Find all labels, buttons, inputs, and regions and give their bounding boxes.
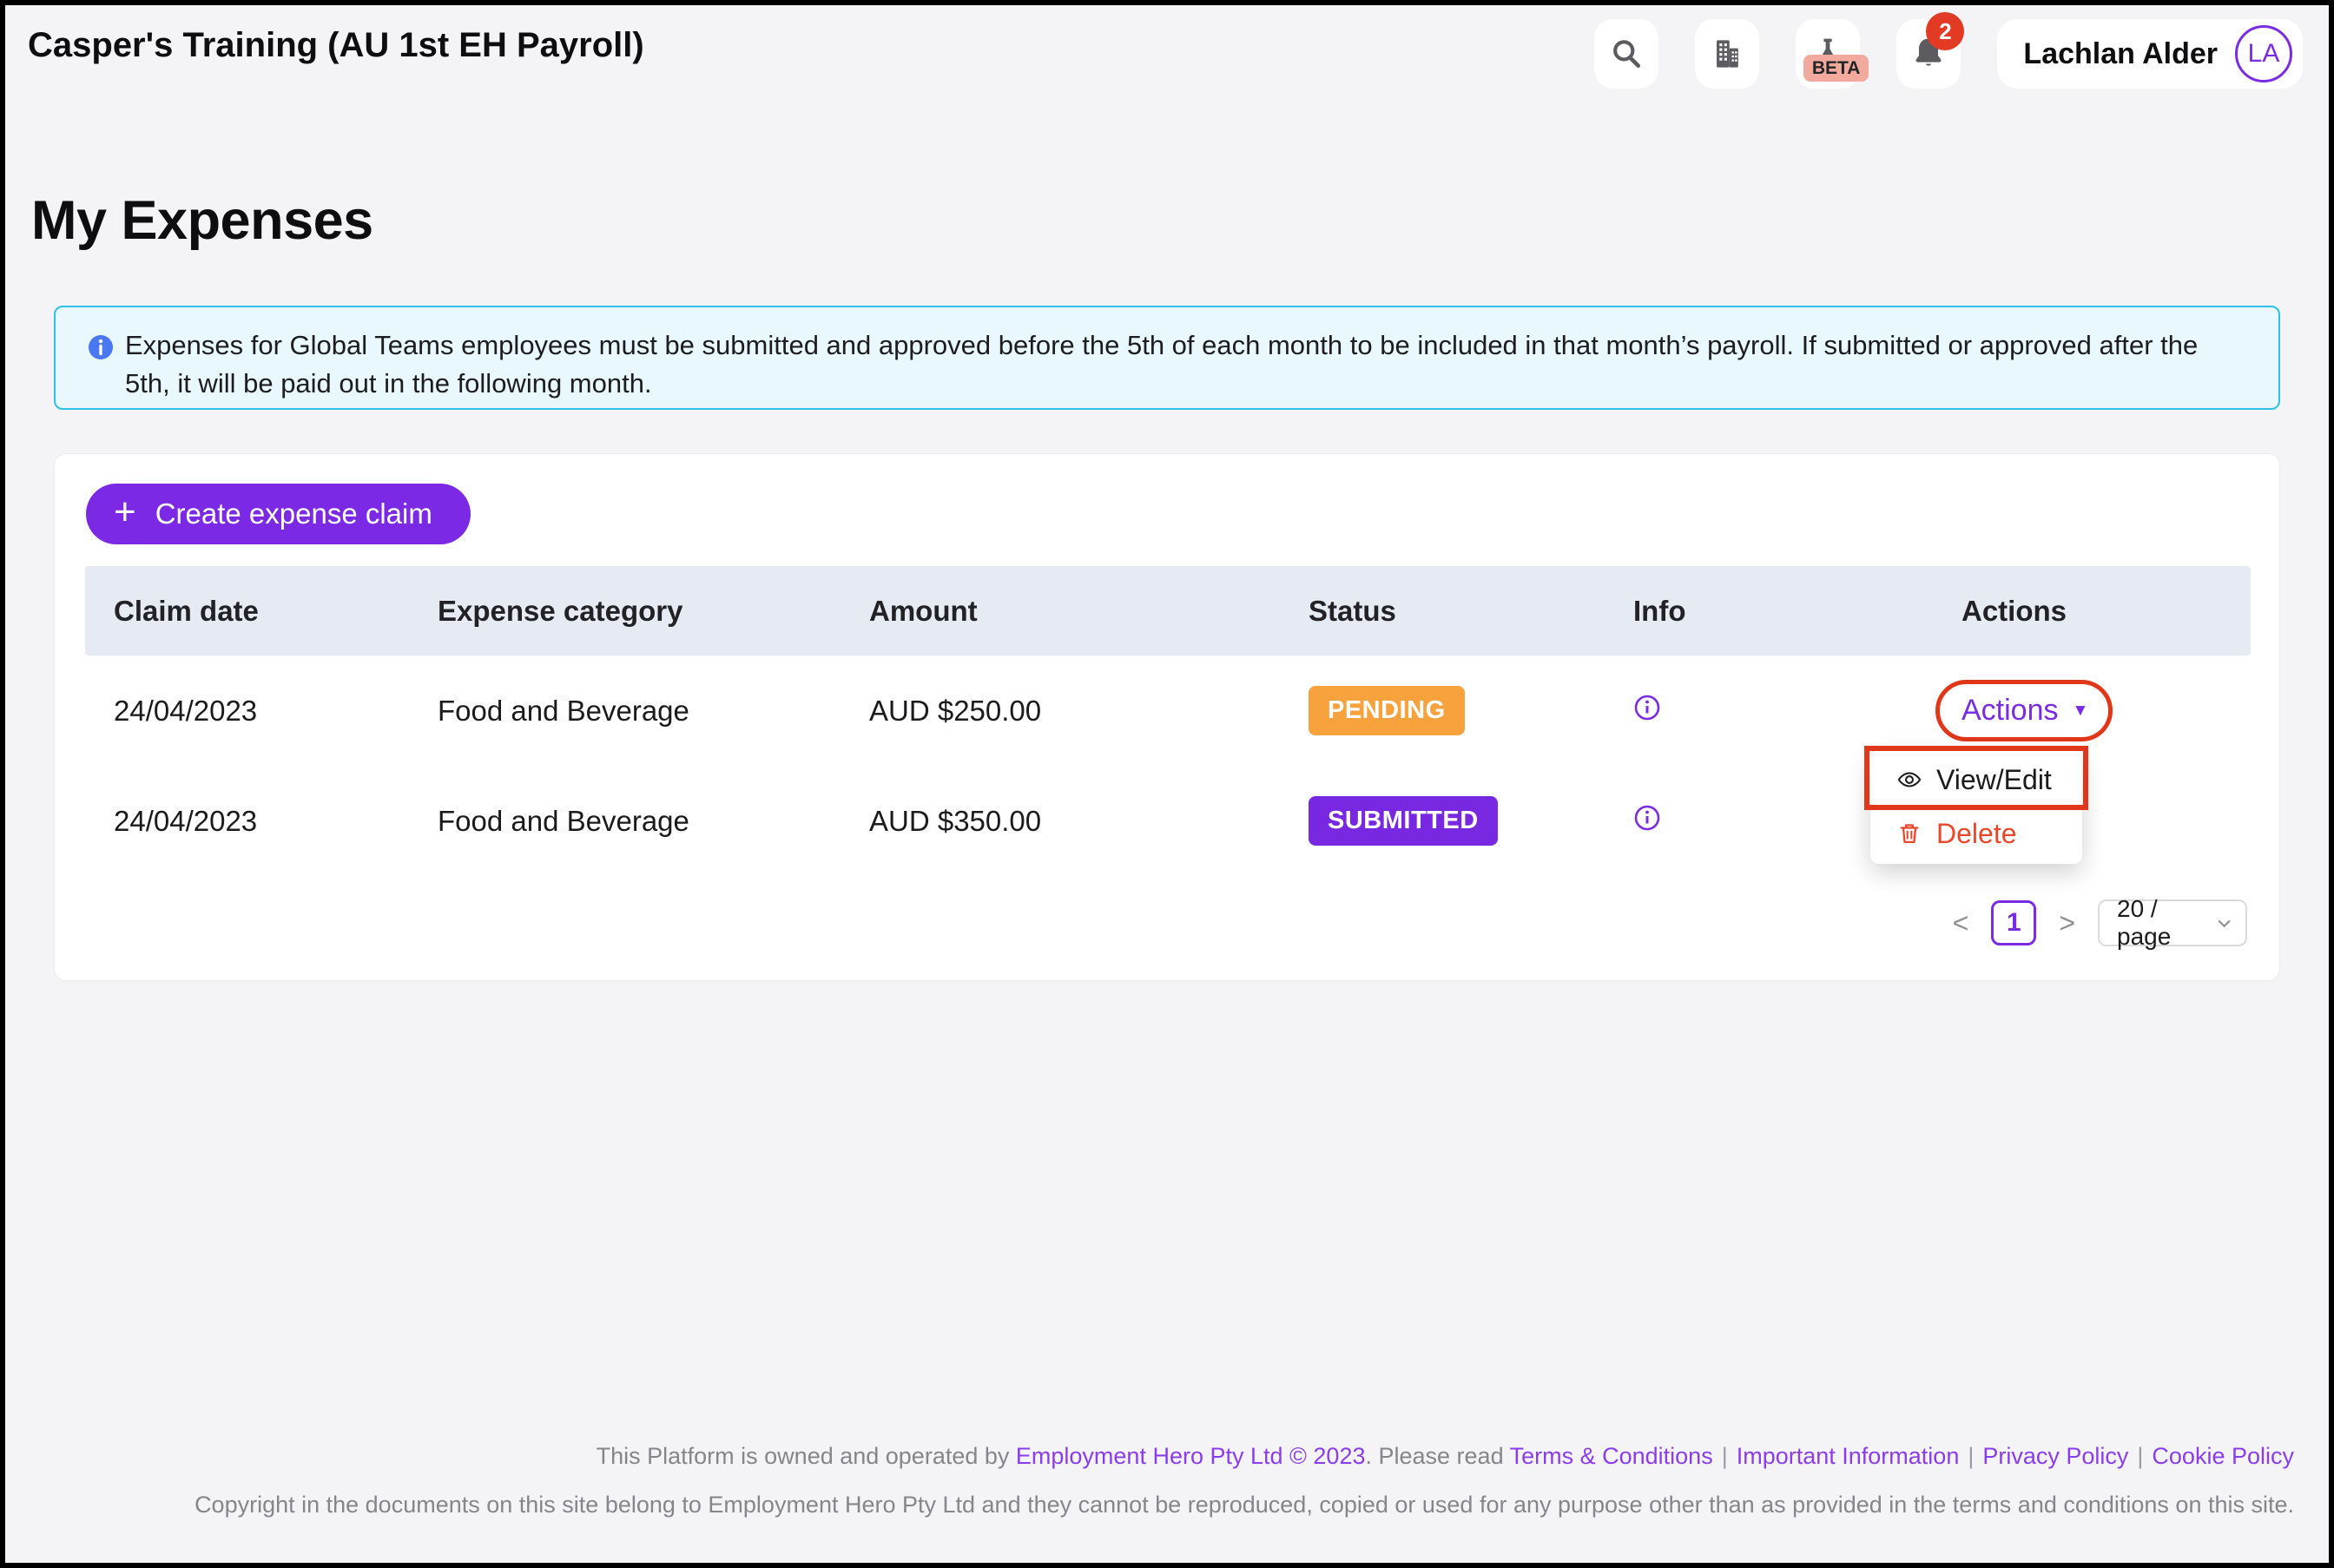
cell-claim-date: 24/04/2023 <box>85 695 409 728</box>
footer-separator: | <box>2137 1443 2143 1469</box>
cell-info <box>1605 694 1933 728</box>
organisation-button[interactable] <box>1695 19 1759 89</box>
actions-label: Actions <box>1961 694 2059 728</box>
page-title: My Expenses <box>31 189 373 252</box>
column-header-status: Status <box>1280 595 1605 628</box>
column-header-claim-date: Claim date <box>85 595 409 628</box>
info-circle-icon <box>1633 804 1661 832</box>
footer-owned-text: This Platform is owned and operated by <box>597 1443 1016 1469</box>
user-name: Lachlan Alder <box>2023 37 2218 71</box>
row-info-button[interactable] <box>1633 694 1661 721</box>
status-badge: SUBMITTED <box>1309 796 1498 846</box>
cell-actions: Actions ▼ <box>1933 694 2251 728</box>
plus-icon: + <box>114 493 136 531</box>
create-expense-claim-label: Create expense claim <box>155 497 432 530</box>
menu-item-label: Delete <box>1936 818 2017 850</box>
footer-important-info-link[interactable]: Important Information <box>1737 1443 1960 1469</box>
menu-item-view-edit[interactable]: View/Edit <box>1870 753 2082 807</box>
actions-dropdown-trigger[interactable]: Actions ▼ <box>1961 694 2088 728</box>
expenses-card: + Create expense claim Claim date Expens… <box>54 453 2280 981</box>
search-button[interactable] <box>1594 19 1658 89</box>
info-circle-icon <box>1633 694 1661 721</box>
row-info-button[interactable] <box>1633 804 1661 832</box>
building-icon <box>1708 35 1746 73</box>
status-badge: PENDING <box>1309 686 1465 735</box>
create-expense-claim-button[interactable]: + Create expense claim <box>86 484 471 544</box>
user-menu[interactable]: Lachlan Alder LA <box>1997 19 2303 89</box>
cell-status: PENDING <box>1280 686 1605 735</box>
beta-features-button[interactable]: BETA <box>1796 19 1860 89</box>
chevron-down-icon <box>2215 915 2233 931</box>
app-title: Casper's Training (AU 1st EH Payroll) <box>28 26 644 65</box>
chevron-down-icon: ▼ <box>2073 702 2089 719</box>
column-header-actions: Actions <box>1933 595 2251 628</box>
footer-company-link[interactable]: Employment Hero Pty Ltd © 2023 <box>1016 1443 1366 1469</box>
column-header-info: Info <box>1605 595 1933 628</box>
menu-item-delete[interactable]: Delete <box>1870 807 2082 860</box>
info-icon <box>87 333 115 361</box>
info-banner-text: Expenses for Global Teams employees must… <box>125 326 2244 403</box>
footer-separator: | <box>1968 1443 1974 1469</box>
footer-legal-line: This Platform is owned and operated by E… <box>36 1443 2294 1470</box>
previous-page-button[interactable]: < <box>1948 906 1975 940</box>
notification-count-badge: 2 <box>1926 12 1964 50</box>
footer-privacy-link[interactable]: Privacy Policy <box>1982 1443 2128 1469</box>
beta-badge: BETA <box>1803 55 1869 82</box>
current-page-button[interactable]: 1 <box>1991 900 2036 945</box>
footer-copyright-line: Copyright in the documents on this site … <box>36 1492 2294 1519</box>
page-size-value: 20 / page <box>2117 895 2215 951</box>
footer-cookie-link[interactable]: Cookie Policy <box>2152 1443 2294 1469</box>
cell-status: SUBMITTED <box>1280 796 1605 846</box>
avatar: LA <box>2235 25 2292 82</box>
actions-dropdown-menu: View/Edit Delete <box>1870 749 2082 864</box>
footer-terms-link[interactable]: Terms & Conditions <box>1510 1443 1713 1469</box>
page-size-select[interactable]: 20 / page <box>2098 899 2247 946</box>
column-header-expense-category: Expense category <box>409 595 841 628</box>
table-header: Claim date Expense category Amount Statu… <box>85 566 2251 656</box>
pagination: < 1 > 20 / page <box>1948 899 2247 947</box>
app-window: Casper's Training (AU 1st EH Payroll) <box>0 0 2334 1568</box>
eye-icon <box>1896 767 1922 793</box>
menu-item-label: View/Edit <box>1936 764 2052 796</box>
cell-amount: AUD $250.00 <box>841 695 1280 728</box>
search-icon <box>1607 35 1645 73</box>
topbar-actions: BETA 2 Lachlan Alder LA <box>1594 19 2303 89</box>
cell-claim-date: 24/04/2023 <box>85 805 409 838</box>
notifications-button[interactable]: 2 <box>1896 19 1961 89</box>
cell-amount: AUD $350.00 <box>841 805 1280 838</box>
trash-icon <box>1896 820 1922 847</box>
footer-please-read: . Please read <box>1365 1443 1509 1469</box>
next-page-button[interactable]: > <box>2054 906 2080 940</box>
cell-expense-category: Food and Beverage <box>409 695 841 728</box>
cell-expense-category: Food and Beverage <box>409 805 841 838</box>
info-banner: Expenses for Global Teams employees must… <box>54 306 2280 410</box>
footer-separator: | <box>1722 1443 1728 1469</box>
column-header-amount: Amount <box>841 595 1280 628</box>
